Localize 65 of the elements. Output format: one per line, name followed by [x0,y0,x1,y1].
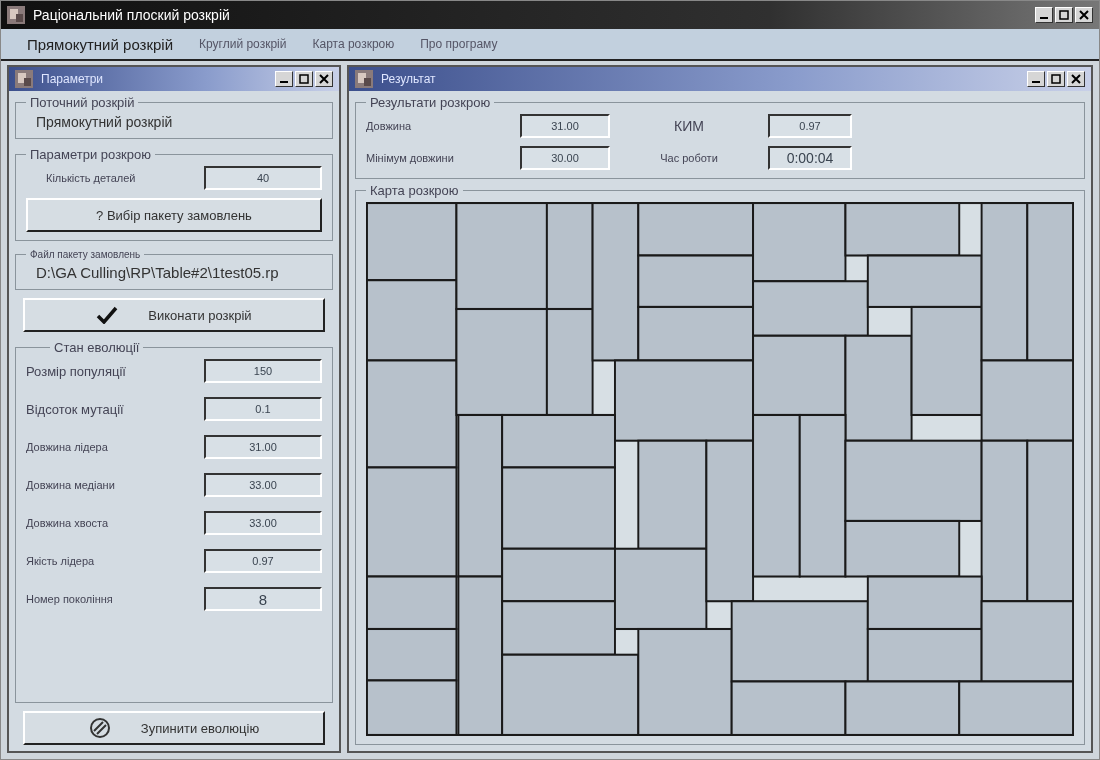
value-field[interactable]: 33.00 [204,511,322,535]
field-label: Номер покоління [26,593,113,605]
value-field[interactable]: 31.00 [520,114,610,138]
group-label: Файл пакету замовлень [29,249,142,260]
minimize-button[interactable] [1027,71,1045,87]
value-field[interactable]: 0.97 [768,114,852,138]
value-field[interactable]: 30.00 [520,146,610,170]
field-label: Довжина медіани [26,479,115,491]
field-label: Кількість деталей [46,172,136,184]
app-icon [355,70,373,88]
panel-title: Параметри [41,72,105,86]
field-label: Розмір популяції [26,363,126,379]
value-field[interactable]: 31.00 [204,435,322,459]
maximize-icon [1059,10,1069,20]
group-label: Параметри розкрою [29,147,152,162]
checkmark-icon [96,306,119,324]
value-field[interactable]: 40 [204,166,322,190]
field-label: Якість лідера [26,555,95,567]
value-field[interactable]: 150 [204,359,322,383]
close-icon [1079,10,1089,20]
close-button[interactable] [1075,7,1093,23]
minimize-icon [1032,81,1040,83]
run-cutting-button[interactable]: Виконати розкрій [23,298,325,332]
field-label: Довжина хвоста [26,517,109,529]
menu-item[interactable]: Прямокутний розкрій [27,35,174,53]
app-icon [7,6,25,24]
group-label: Поточний розкрій [29,95,136,110]
close-icon [319,74,329,84]
app-icon [15,70,33,88]
group-label: Результати розкрою [369,95,492,110]
file-path-text: D:\GA Culling\RP\Table#2\1test05.rp [35,264,280,281]
field-label: Відсоток мутації [26,401,124,417]
panel-title: Результат [381,72,437,86]
close-button[interactable] [1067,71,1085,87]
value-field[interactable]: 33.00 [204,473,322,497]
minimize-button[interactable] [1035,7,1053,23]
menu-item[interactable]: Круглий розкрій [199,37,287,51]
field-label: КИМ [674,118,704,134]
close-button[interactable] [315,71,333,87]
minimize-icon [1040,17,1048,19]
value-field[interactable]: 8 [204,587,322,611]
menu-item[interactable]: Карта розкрою [312,37,395,51]
maximize-button[interactable] [1055,7,1073,23]
current-cut-text: Прямокутний розкрій [35,114,174,130]
maximize-button[interactable] [1047,71,1065,87]
value-field[interactable]: 0.97 [204,549,322,573]
window-title: Раціональний плоский розкрій [33,7,231,23]
group-label: Стан еволюції [53,340,141,355]
field-label: Довжина лідера [26,441,108,453]
value-field[interactable]: 0.1 [204,397,322,421]
group-label: Карта розкрою [369,183,460,198]
minimize-button[interactable] [275,71,293,87]
value-field[interactable]: 0:00:04 [768,146,852,170]
stop-icon [88,717,111,739]
close-icon [1071,74,1081,84]
menu-item[interactable]: Про програму [420,37,498,51]
field-label: Час роботи [660,152,718,164]
minimize-icon [280,81,288,83]
maximize-button[interactable] [295,71,313,87]
maximize-icon [1051,74,1061,84]
select-order-package-button[interactable]: ? Вибір пакету замовлень [26,198,322,232]
maximize-icon [299,74,309,84]
stop-evolution-button[interactable]: Зупинити еволюцію [23,711,325,745]
field-label: Довжина [366,120,412,132]
field-label: Мінімум довжини [366,152,454,164]
